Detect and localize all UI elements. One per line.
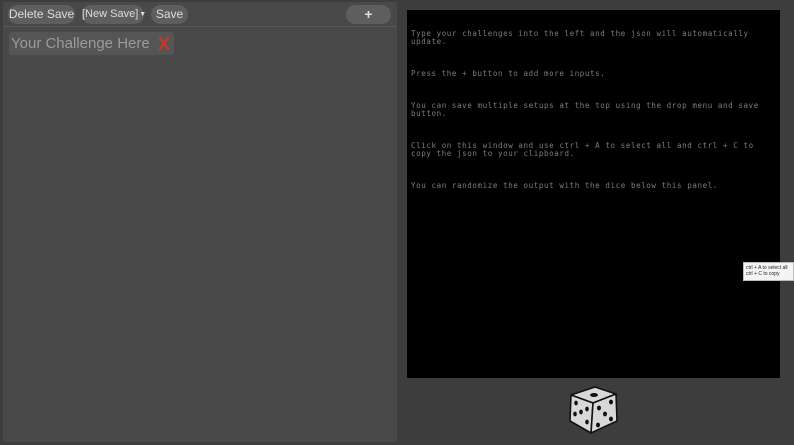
tooltip-line: ctrl + C to copy [746,270,780,277]
json-output-panel[interactable]: Type your challenges into the left and t… [407,10,780,378]
output-line: Type your challenges into the left and t… [411,29,754,46]
save-select-value: [New Save] [82,8,139,20]
save-select-dropdown[interactable]: [New Save]▼ [82,5,147,24]
challenge-row: Your Challenge Here [9,32,174,55]
add-input-button[interactable]: + [346,5,391,24]
output-line: Click on this window and use ctrl + A to… [411,141,759,158]
copy-tooltip: ctrl + A to select all ctrl + C to copy [743,262,794,281]
output-line: You can save multiple setups at the top … [411,101,764,118]
delete-save-button[interactable]: Delete Save [8,5,75,24]
toolbar: Delete Save [New Save]▼ Save + [3,2,397,27]
challenge-editor-panel: Delete Save [New Save]▼ Save + Your Chal… [3,2,397,442]
output-line: You can randomize the output with the di… [411,181,718,190]
output-line: Press the + button to add more inputs. [411,69,606,78]
x-icon[interactable] [158,36,170,51]
dice-icon[interactable] [567,384,620,436]
challenge-input[interactable]: Your Challenge Here [11,34,150,53]
save-button[interactable]: Save [151,5,188,24]
caret-down-icon: ▼ [139,11,147,18]
